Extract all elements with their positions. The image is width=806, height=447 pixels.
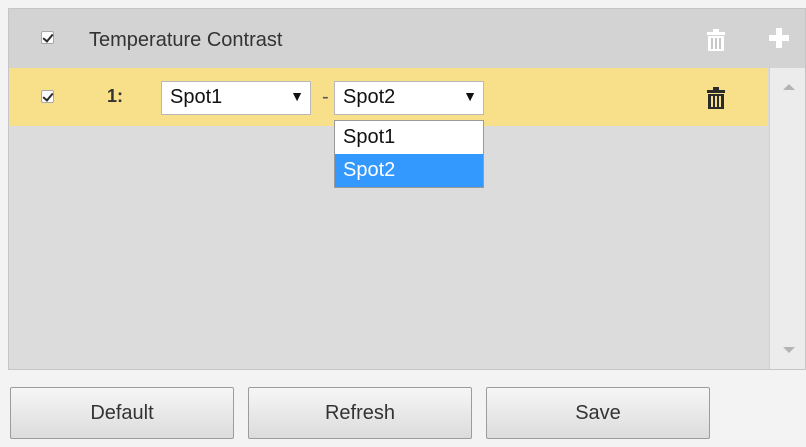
row-number: 1:	[107, 86, 124, 106]
spot-dropdown-list[interactable]: Spot1 Spot2	[334, 120, 484, 188]
temperature-contrast-panel: Temperature Contrast 1: Spot1 ▼ - Spot2 …	[8, 8, 806, 370]
chevron-down-icon: ▼	[290, 88, 304, 104]
refresh-button[interactable]: Refresh	[248, 387, 472, 439]
scroll-up-icon[interactable]	[783, 84, 795, 90]
header-select-all-checkbox[interactable]	[41, 31, 54, 44]
row-checkbox[interactable]	[41, 90, 54, 103]
first-spot-select-value: Spot1	[170, 86, 223, 108]
dropdown-option-spot2[interactable]: Spot2	[335, 154, 483, 187]
vertical-scrollbar[interactable]	[769, 68, 805, 369]
panel-header: Temperature Contrast	[9, 9, 805, 68]
add-icon[interactable]	[769, 28, 789, 48]
save-button[interactable]: Save	[486, 387, 710, 439]
list-item: 1: Spot1 ▼ - Spot2 ▼	[9, 68, 767, 126]
range-separator: -	[322, 86, 329, 108]
first-spot-select[interactable]: Spot1 ▼	[161, 81, 311, 115]
second-spot-select-value: Spot2	[343, 86, 396, 108]
dropdown-option-spot1[interactable]: Spot1	[335, 121, 483, 154]
default-button[interactable]: Default	[10, 387, 234, 439]
trash-icon[interactable]	[706, 29, 726, 53]
trash-icon[interactable]	[706, 87, 726, 111]
scroll-down-icon[interactable]	[783, 347, 795, 353]
panel-title: Temperature Contrast	[89, 29, 283, 51]
second-spot-select[interactable]: Spot2 ▼	[334, 81, 484, 115]
chevron-down-icon: ▼	[463, 88, 477, 104]
